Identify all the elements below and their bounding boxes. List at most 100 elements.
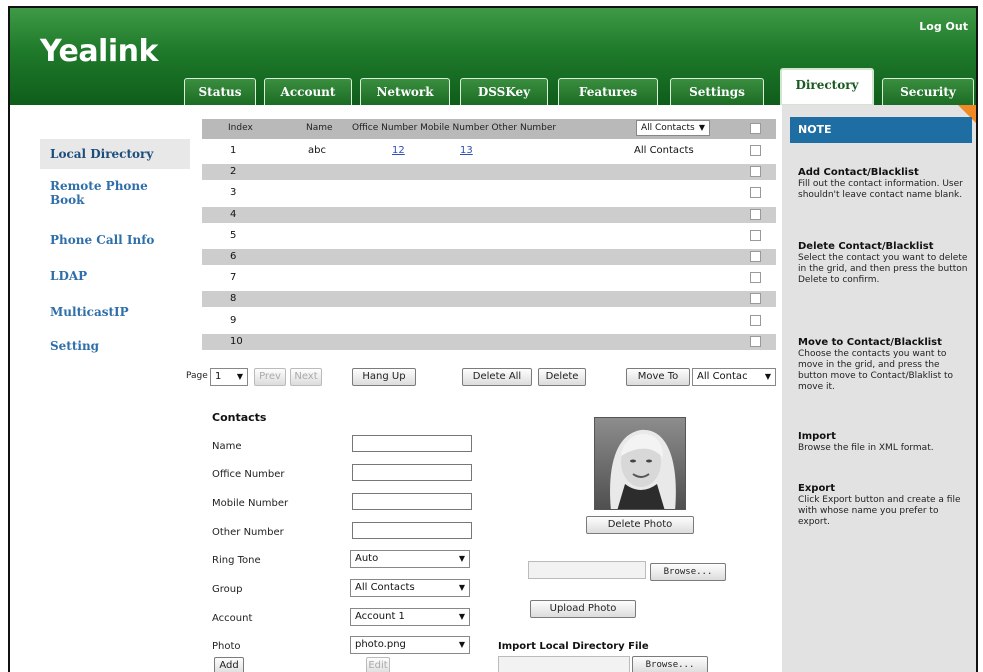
name-input[interactable] [352, 435, 472, 452]
delete-photo-button[interactable]: Delete Photo [586, 516, 694, 534]
account-select[interactable]: Account 1 ▼ [350, 608, 470, 626]
row-checkbox[interactable] [750, 166, 761, 178]
row-checkbox[interactable] [750, 145, 761, 156]
row-other-number: All Contacts [634, 145, 694, 156]
table-row[interactable]: 5 [202, 228, 776, 244]
note-title: NOTE [790, 117, 972, 143]
group-select[interactable]: All Contacts ▼ [350, 579, 470, 597]
tab-settings[interactable]: Settings [670, 78, 764, 106]
hang-up-button[interactable]: Hang Up [352, 368, 416, 386]
tab-network[interactable]: Network [360, 78, 450, 106]
tab-directory[interactable]: Directory [780, 68, 874, 106]
name-label: Name [212, 441, 242, 452]
table-row[interactable]: 1 abc 12 13 All Contacts [202, 143, 776, 159]
row-checkbox[interactable] [750, 229, 761, 241]
tab-security[interactable]: Security [882, 78, 974, 106]
table-row[interactable]: 8 [202, 291, 776, 308]
row-index: 3 [230, 187, 237, 199]
row-checkbox[interactable] [750, 208, 761, 220]
chevron-down-icon: ▼ [458, 554, 465, 563]
row-index: 7 [230, 272, 237, 284]
chevron-down-icon: ▼ [458, 612, 465, 621]
ring-tone-select[interactable]: Auto ▼ [350, 550, 470, 568]
chevron-down-icon: ▼ [764, 372, 771, 381]
page-value: 1 [215, 371, 222, 382]
delete-all-button[interactable]: Delete All [462, 368, 532, 386]
table-row[interactable]: 9 [202, 313, 776, 329]
column-name: Name [306, 123, 333, 133]
sidebar-item-multicastip[interactable]: MulticastIP [50, 305, 129, 319]
table-row[interactable]: 6 [202, 249, 776, 265]
chevron-down-icon: ▼ [236, 372, 243, 381]
table-row[interactable]: 3 [202, 185, 776, 201]
add-button[interactable]: Add [214, 657, 244, 672]
edit-button[interactable]: Edit [366, 657, 390, 672]
sidebar: Local Directory Remote Phone Book Phone … [10, 105, 192, 672]
row-index: 1 [230, 145, 237, 156]
group-value: All Contacts [355, 582, 415, 593]
row-index: 10 [230, 335, 243, 347]
browse-import-button[interactable]: Browse... [632, 656, 708, 672]
row-checkbox[interactable] [750, 314, 761, 326]
tab-status[interactable]: Status [184, 78, 256, 106]
page-select[interactable]: 1 ▼ [210, 368, 248, 386]
sidebar-item-setting[interactable]: Setting [50, 339, 99, 353]
logout-link[interactable]: Log Out [919, 20, 968, 33]
sidebar-item-ldap[interactable]: LDAP [50, 269, 87, 283]
sidebar-item-remote-phone-book[interactable]: Remote Phone Book [50, 179, 170, 207]
table-row[interactable]: 10 [202, 333, 776, 350]
group-filter-select[interactable]: All Contacts ▼ [636, 120, 710, 136]
account-value: Account 1 [355, 611, 405, 622]
directory-content: Index Name Office Number Mobile Number O… [186, 105, 782, 672]
note-delete-desc: Select the contact you want to delete in… [798, 253, 968, 285]
mobile-number-input[interactable] [352, 493, 472, 510]
sidebar-item-phone-call-info[interactable]: Phone Call Info [50, 233, 154, 247]
next-button[interactable]: Next [290, 368, 322, 386]
ring-tone-value: Auto [355, 553, 379, 564]
select-all-checkbox[interactable] [750, 123, 761, 134]
column-index: Index [228, 123, 253, 133]
row-index: 6 [230, 251, 237, 262]
photo-file-path[interactable] [528, 561, 646, 579]
note-add-desc: Fill out the contact information. User s… [798, 179, 963, 200]
note-export-title: Export [798, 483, 836, 494]
row-checkbox[interactable] [750, 335, 761, 347]
delete-button[interactable]: Delete [538, 368, 586, 386]
row-checkbox[interactable] [750, 187, 761, 199]
office-number-input[interactable] [352, 464, 472, 481]
office-number-label: Office Number [212, 469, 285, 480]
table-row[interactable]: 7 [202, 270, 776, 286]
chevron-down-icon: ▼ [458, 640, 465, 649]
move-target-value: All Contac [697, 371, 748, 382]
photo-select[interactable]: photo.png ▼ [350, 636, 470, 654]
note-move-title: Move to Contact/Blacklist [798, 337, 942, 348]
tab-features[interactable]: Features [558, 78, 658, 106]
row-checkbox[interactable] [750, 251, 761, 262]
row-index: 5 [230, 229, 237, 241]
tab-dsskey[interactable]: DSSKey [460, 78, 548, 106]
move-to-button[interactable]: Move To [626, 368, 690, 386]
group-label: Group [212, 584, 243, 595]
browse-photo-button[interactable]: Browse... [650, 563, 726, 581]
row-mobile-number[interactable]: 13 [460, 145, 473, 156]
photo-value: photo.png [355, 639, 406, 650]
table-row[interactable]: 4 [202, 206, 776, 223]
row-checkbox[interactable] [750, 293, 761, 305]
header-bar: Yealink Log Out Status Account Network D… [10, 8, 976, 106]
mobile-number-label: Mobile Number [212, 498, 289, 509]
move-target-select[interactable]: All Contac ▼ [692, 368, 776, 386]
row-office-number[interactable]: 12 [392, 145, 405, 156]
sidebar-item-local-directory[interactable]: Local Directory [40, 139, 190, 169]
upload-photo-button[interactable]: Upload Photo [530, 600, 636, 618]
row-checkbox[interactable] [750, 272, 761, 284]
table-row[interactable]: 2 [202, 164, 776, 181]
chevron-down-icon: ▼ [698, 123, 705, 132]
row-index: 9 [230, 314, 237, 326]
import-directory-title: Import Local Directory File [498, 641, 649, 652]
prev-button[interactable]: Prev [254, 368, 286, 386]
other-number-input[interactable] [352, 522, 472, 539]
photo-label: Photo [212, 641, 241, 652]
column-numbers: Office Number Mobile Number Other Number [352, 123, 557, 133]
import-file-path[interactable] [498, 656, 630, 672]
tab-account[interactable]: Account [264, 78, 352, 106]
